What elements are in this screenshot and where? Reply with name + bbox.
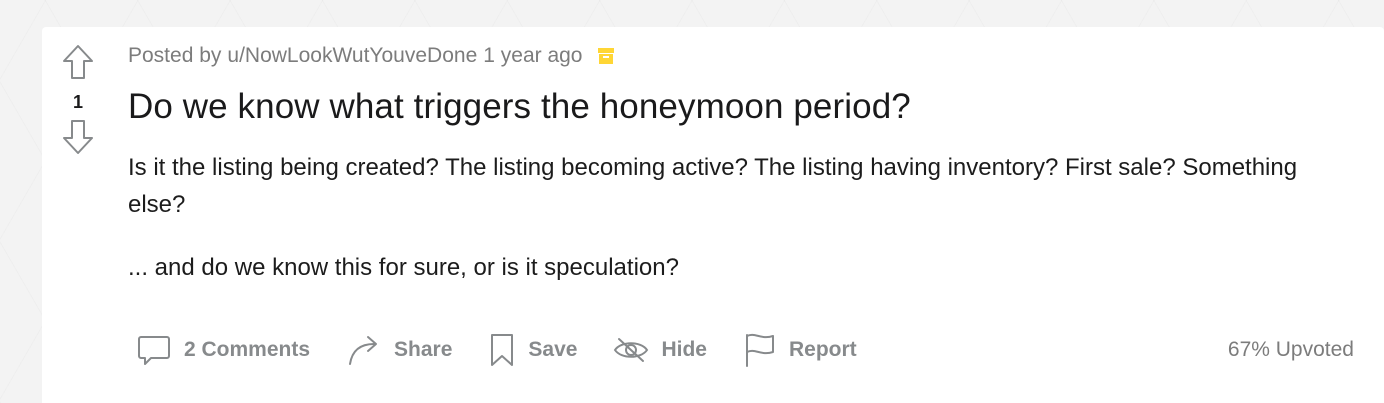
flag-icon <box>743 332 777 368</box>
post-title[interactable]: Do we know what triggers the honeymoon p… <box>128 85 1354 129</box>
save-label: Save <box>528 338 578 361</box>
upvote-arrow-icon <box>63 45 93 79</box>
share-label: Share <box>394 338 453 361</box>
author-link[interactable]: u/NowLookWutYouveDone <box>227 44 477 68</box>
post-body-paragraph: ... and do we know this for sure, or is … <box>128 254 679 281</box>
post-body: Is it the listing being created? The lis… <box>128 149 1354 286</box>
post-meta: Posted by u/NowLookWutYouveDone 1 year a… <box>128 43 1354 69</box>
comments-button[interactable]: 2 Comments <box>136 327 310 373</box>
downvote-button[interactable] <box>58 117 98 157</box>
comments-label: 2 Comments <box>184 338 311 361</box>
report-button[interactable]: Report <box>743 327 857 373</box>
report-label: Report <box>788 338 857 361</box>
share-arrow-icon <box>346 333 382 367</box>
posted-by-label: Posted by <box>128 44 222 67</box>
archive-icon <box>597 47 615 65</box>
post-actions-bar: 2 Comments Share Save Hide Report 67% Up… <box>128 327 1354 373</box>
post-timestamp[interactable]: 1 year ago <box>483 44 582 68</box>
downvote-arrow-icon <box>63 120 93 154</box>
upvote-button[interactable] <box>58 42 98 82</box>
post-content: Posted by u/NowLookWutYouveDone 1 year a… <box>128 27 1354 312</box>
post-body-paragraph: Is it the listing being created? The lis… <box>128 154 1298 218</box>
hide-label: Hide <box>661 338 707 361</box>
bookmark-icon <box>488 332 516 368</box>
hide-button[interactable]: Hide <box>613 327 707 373</box>
share-button[interactable]: Share <box>346 327 452 373</box>
vote-count: 1 <box>72 92 83 112</box>
vote-column: 1 <box>42 27 114 157</box>
comment-bubble-icon <box>136 333 172 367</box>
post-card[interactable]: 1 Posted by u/NowLookWutYouveDone 1 year… <box>42 27 1384 403</box>
upvote-ratio: 67% Upvoted <box>1227 338 1354 361</box>
save-button[interactable]: Save <box>488 327 577 373</box>
eye-slash-icon <box>613 335 649 365</box>
